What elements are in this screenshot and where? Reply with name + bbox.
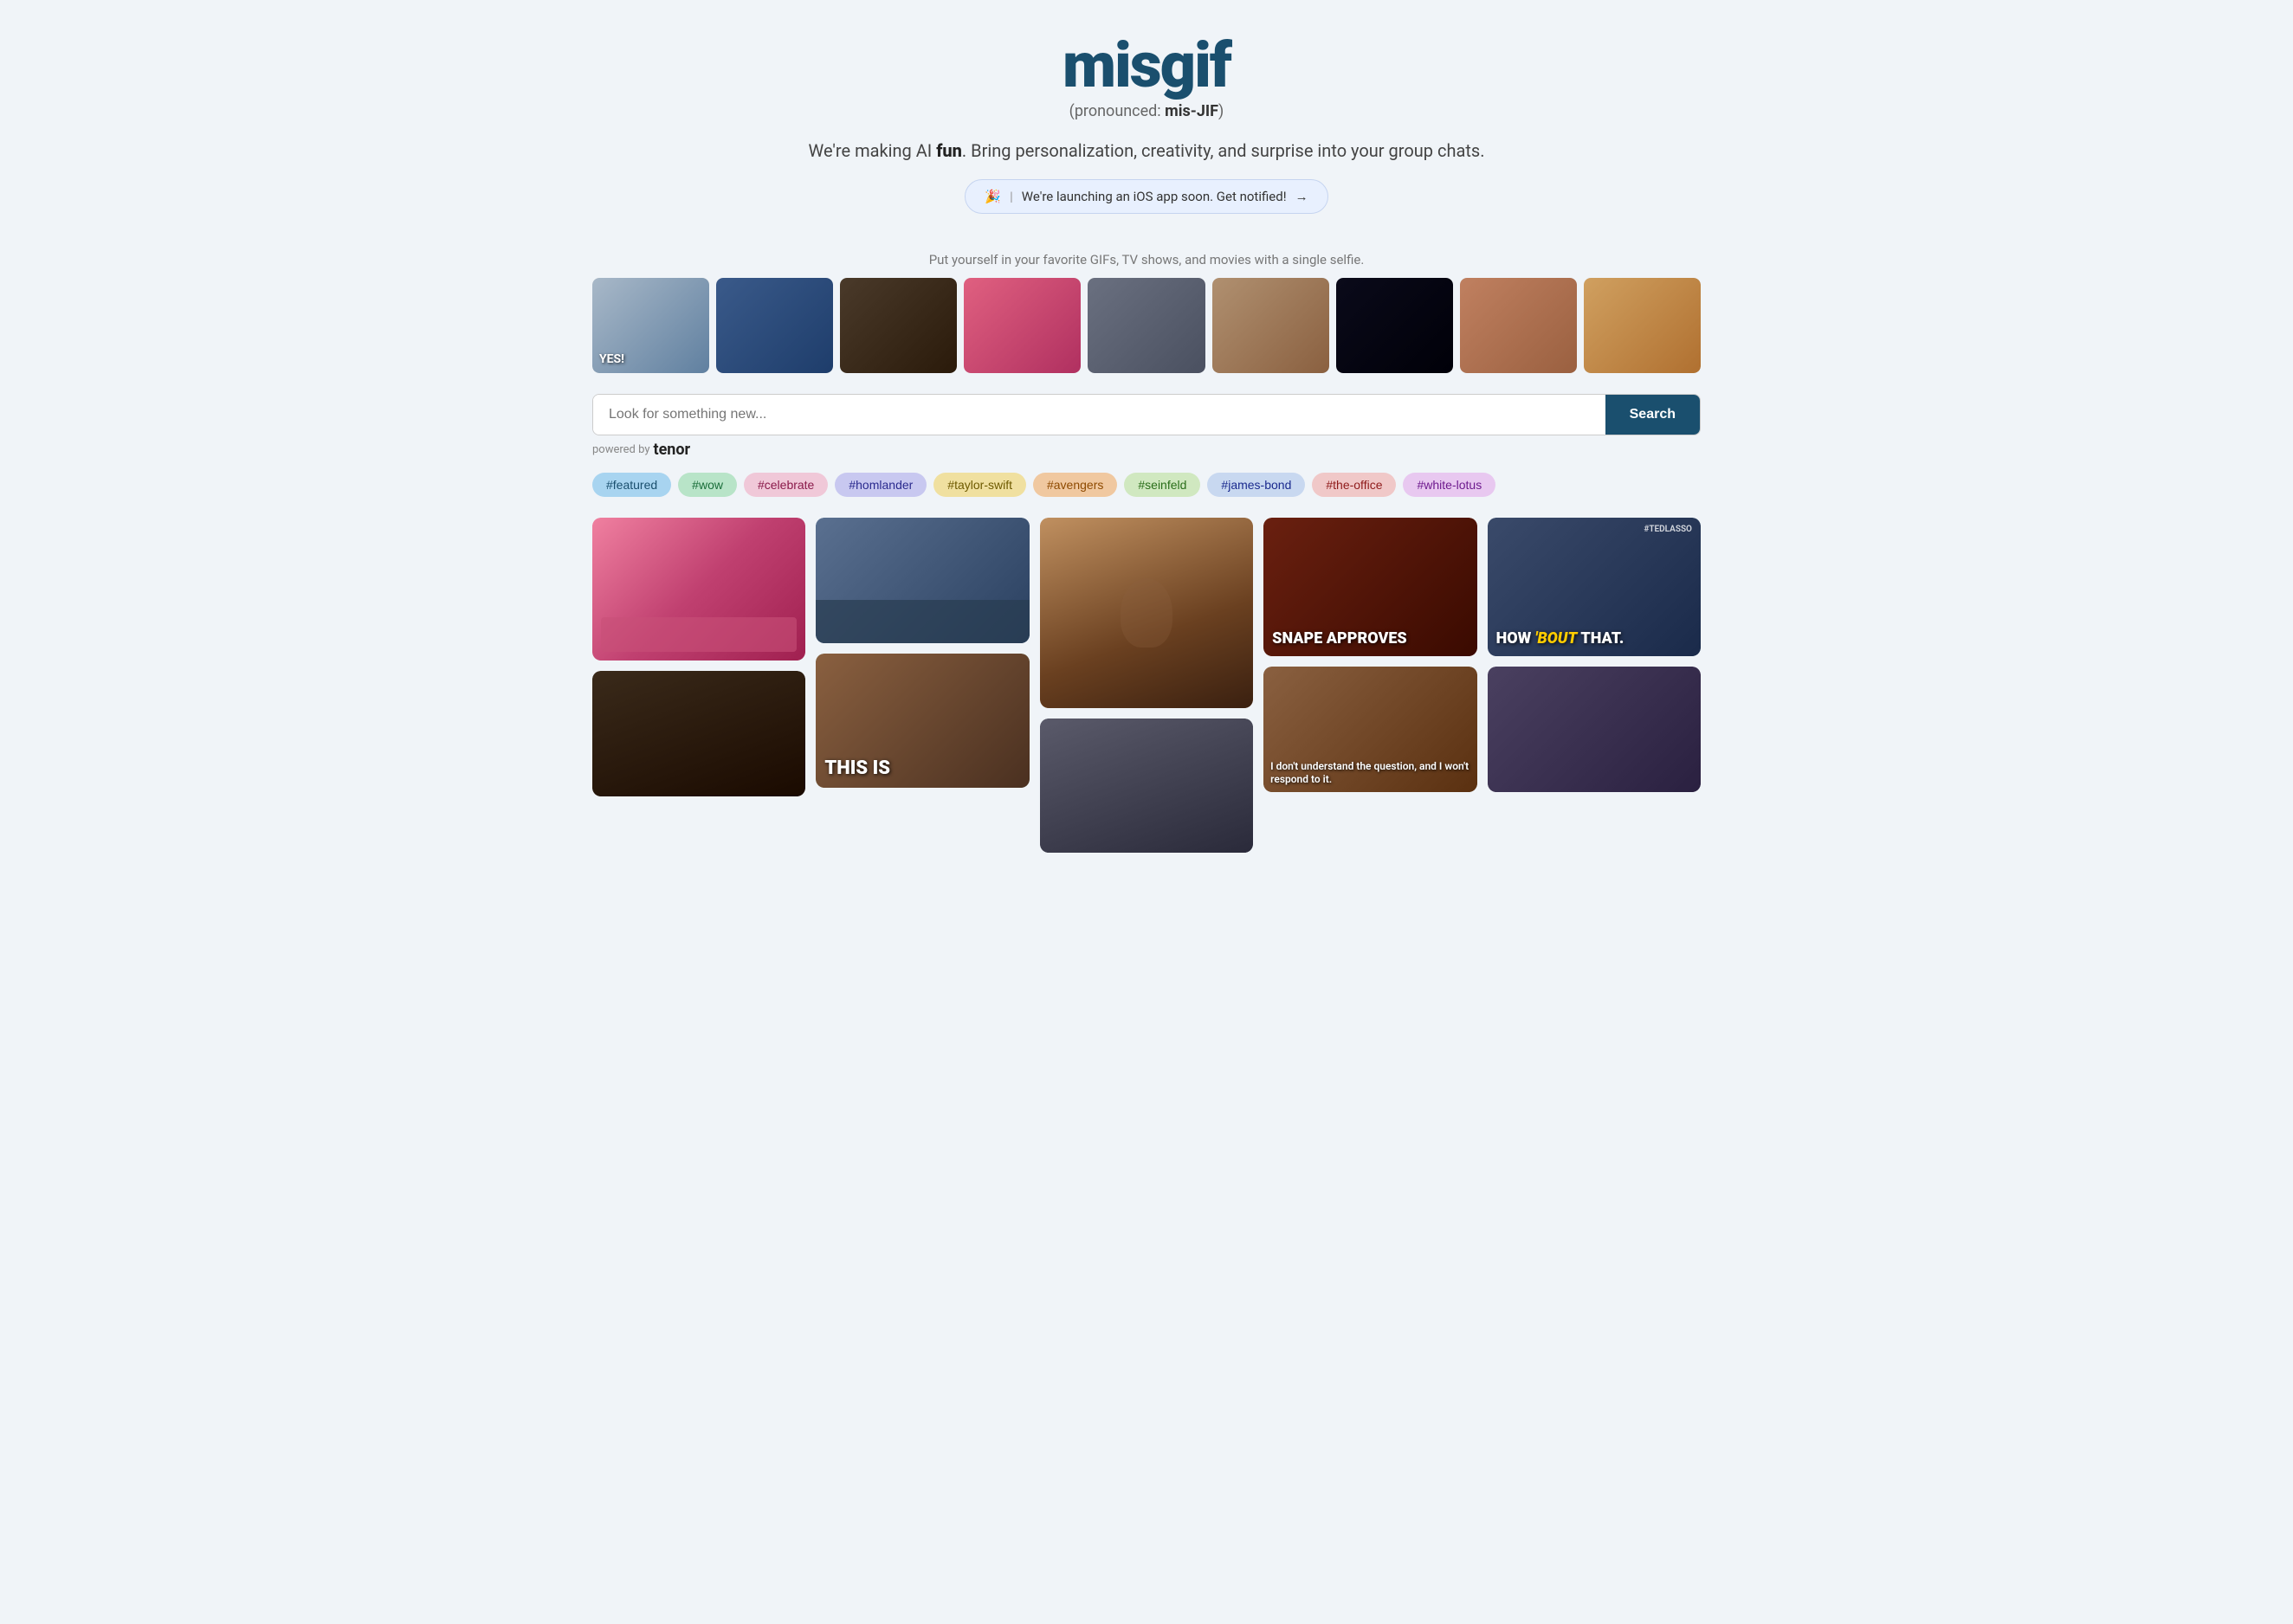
- carousel-item[interactable]: [716, 278, 833, 373]
- gif-grid-item[interactable]: [592, 671, 805, 796]
- tag-button[interactable]: #wow: [678, 473, 737, 497]
- pronunciation-suffix: ): [1218, 102, 1224, 120]
- tag-button[interactable]: #james-bond: [1207, 473, 1305, 497]
- gif-carousel: YES!: [592, 278, 1701, 373]
- carousel-label: Put yourself in your favorite GIFs, TV s…: [592, 252, 1701, 267]
- carousel-item[interactable]: [1460, 278, 1577, 373]
- gif-grid-item[interactable]: [1488, 667, 1701, 792]
- gif-grid-item[interactable]: #TEDLASSO HOW 'BOUT THAT.: [1488, 518, 1701, 656]
- tag-button[interactable]: #taylor-swift: [933, 473, 1026, 497]
- carousel-item[interactable]: [1584, 278, 1701, 373]
- carousel-item[interactable]: [1088, 278, 1205, 373]
- carousel-item[interactable]: [1336, 278, 1453, 373]
- gif-grid-item[interactable]: [1040, 518, 1253, 708]
- powered-by: powered by tenor: [592, 441, 1701, 459]
- site-title: misgif: [610, 35, 1683, 97]
- carousel-item[interactable]: [1212, 278, 1329, 373]
- powered-prefix: powered by: [592, 443, 650, 456]
- tagline-prefix: We're making AI: [809, 140, 937, 161]
- carousel-item[interactable]: [840, 278, 957, 373]
- ios-banner-emoji: 🎉: [985, 189, 1001, 204]
- search-button[interactable]: Search: [1605, 395, 1700, 435]
- tag-button[interactable]: #celebrate: [744, 473, 828, 497]
- gif-grid-item[interactable]: [592, 518, 805, 661]
- carousel-item[interactable]: YES!: [592, 278, 709, 373]
- gif-grid-item[interactable]: SNAPE APPROVES: [1263, 518, 1476, 656]
- tagline-bold: fun: [936, 140, 962, 161]
- search-section: Search powered by tenor: [592, 394, 1701, 459]
- pronunciation-bold: mis-JIF: [1165, 102, 1218, 120]
- tag-button[interactable]: #white-lotus: [1403, 473, 1495, 497]
- ios-banner-divider: |: [1010, 189, 1013, 204]
- pronunciation-prefix: (pronounced:: [1069, 102, 1165, 120]
- tagline-suffix: . Bring personalization, creativity, and…: [962, 140, 1485, 161]
- gif-grid: THIS IS: [592, 518, 1701, 853]
- search-bar: Search: [592, 394, 1701, 435]
- gif-grid-item[interactable]: I don't understand the question, and I w…: [1263, 667, 1476, 792]
- page-wrapper: misgif (pronounced: mis-JIF) We're makin…: [575, 0, 1718, 887]
- gif-grid-item[interactable]: THIS IS: [816, 654, 1029, 788]
- tenor-brand: tenor: [654, 441, 691, 459]
- carousel-item[interactable]: [964, 278, 1081, 373]
- ios-banner-text: We're launching an iOS app soon. Get not…: [1022, 189, 1287, 204]
- header: misgif (pronounced: mis-JIF) We're makin…: [592, 0, 1701, 231]
- gif-grid-item[interactable]: [1040, 719, 1253, 853]
- tags-row: #featured #wow #celebrate #homlander#taylor…: [592, 473, 1701, 497]
- ios-banner[interactable]: 🎉 | We're launching an iOS app soon. Get…: [965, 179, 1327, 214]
- tag-button[interactable]: #avengers: [1033, 473, 1117, 497]
- tag-button[interactable]: #seinfeld: [1124, 473, 1200, 497]
- ios-banner-arrow: →: [1295, 189, 1308, 204]
- pronunciation: (pronounced: mis-JIF): [610, 102, 1683, 120]
- tagline: We're making AI fun. Bring personalizati…: [610, 138, 1683, 164]
- tag-button[interactable]: #the-office: [1312, 473, 1396, 497]
- tag-button[interactable]: #featured: [592, 473, 671, 497]
- search-input[interactable]: [593, 395, 1605, 435]
- gif-grid-item[interactable]: [816, 518, 1029, 643]
- tag-button[interactable]: #homlander: [835, 473, 927, 497]
